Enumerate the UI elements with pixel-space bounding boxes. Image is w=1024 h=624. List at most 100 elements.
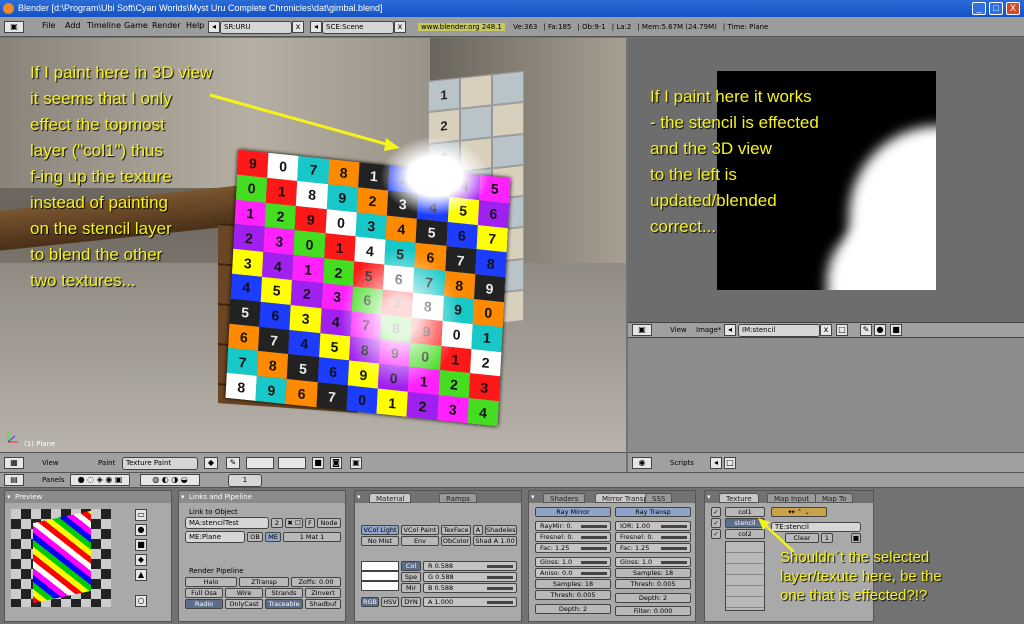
ob-button[interactable]: OB [247,532,263,542]
menu-paint[interactable]: Paint [98,459,115,467]
vcol-light-button[interactable]: VCol Light [361,525,399,535]
menu-panels[interactable]: Panels [42,476,65,484]
brush-icon[interactable]: ✎ [226,457,240,469]
vcol-paint-button[interactable]: VCol Paint [401,525,439,535]
ztransp-button[interactable]: ZTransp [239,577,289,587]
zoffs-field[interactable]: Zoffs: 0.00 [291,577,341,587]
tab-material[interactable]: Material [369,493,412,503]
image-name-field[interactable]: IM:stencil [738,324,820,337]
context-icons[interactable]: ● ◌ ◈ ◉ ▣ [70,474,130,486]
preview-flat-icon[interactable]: ▭ [135,509,147,521]
preview-type-buttons[interactable]: ▭ ● ■ ◆ ▲ [135,509,147,585]
mesh-name-field[interactable]: ME:Plane [185,531,245,543]
draw-type-icon[interactable]: ◆ [204,457,218,469]
col-button[interactable]: Col [401,561,421,571]
maximize-button[interactable]: □ [989,2,1003,15]
close-button[interactable]: X [1006,2,1020,15]
paint-mode-icon[interactable]: ✎ [860,324,872,336]
texface-alpha-button[interactable]: A [473,525,483,535]
strands-button[interactable]: Strands [265,588,303,598]
obcolor-button[interactable]: ObColor [441,536,471,546]
mirror-swatch[interactable] [361,581,399,591]
3d-viewport[interactable]: 12345678 9078123450189234561290345672301… [0,38,626,452]
filter-field[interactable]: Filter: 0.000 [615,606,691,616]
layer-check-col2[interactable]: ✓ [711,529,721,539]
full-osa-button[interactable]: Full Osa [185,588,223,598]
aniso-slider[interactable]: Aniso: 0.0 [535,568,611,578]
halo-button[interactable]: Halo [185,577,237,587]
fac-transp-slider[interactable]: Fac: 1.25 [615,543,691,553]
wire-button[interactable]: Wire [225,588,263,598]
back-icon[interactable]: ◂ [710,457,722,469]
scene-browse-icon[interactable]: ◂ [310,21,322,33]
samples-mirror-field[interactable]: Samples: 18 [535,579,611,589]
thresh-mirror-field[interactable]: Thresh: 0.005 [535,590,611,600]
menu-game[interactable]: Game [124,21,148,30]
env-button[interactable]: Env [401,536,439,546]
red-slider[interactable]: R 0.588 [423,561,517,571]
layer-check-stencil[interactable]: ✓ [711,518,721,528]
material-icons[interactable]: ✖ ☐ [285,518,303,528]
editor-type-icon[interactable]: ▣ [632,324,652,336]
gloss-mirror-slider[interactable]: Gloss: 1.0 [535,557,611,567]
preview-sphere-icon[interactable]: ● [135,524,147,536]
texture-lock-icon[interactable]: ■ [851,533,861,543]
image-lock-icon[interactable]: ■ [890,324,902,336]
lock-icon[interactable]: ■ [312,457,324,469]
zoom-icon[interactable]: ● [874,324,886,336]
fresnel-mirror-slider[interactable]: Fresnel: 0. [535,532,611,542]
mode-select[interactable]: Texture Paint [122,457,198,470]
tab-map-to[interactable]: Map To [815,493,854,503]
shadbuf-button[interactable]: Shadbuf [305,599,341,609]
node-button[interactable]: Node [317,518,341,528]
texture-users[interactable]: 1 [821,533,833,543]
image-unlink-icon[interactable]: x [820,324,832,336]
alpha-slider[interactable]: A 1.000 [423,597,517,607]
gloss-transp-slider[interactable]: Gloss: 1.0 [615,557,691,567]
spe-button[interactable]: Spe [401,572,421,582]
depth-transp-field[interactable]: Depth: 2 [615,593,691,603]
subcontext-icons[interactable]: ◍ ◐ ◑ ◒ [140,474,200,486]
screen-delete-icon[interactable]: x [292,21,304,33]
rgb-button[interactable]: RGB [361,597,379,607]
hsv-button[interactable]: HSV [381,597,399,607]
traceable-button[interactable]: Traceable [265,599,303,609]
snapshot-icon[interactable]: ▣ [350,457,362,469]
editor-type-icon[interactable]: ▤ [4,474,24,486]
editor-type-icon[interactable]: ▦ [4,457,24,469]
preview-hair-icon[interactable]: ▲ [135,569,147,581]
material-name-field[interactable]: MA:stencilTest [185,517,269,529]
scene-name-field[interactable]: SCE:Scene [322,21,394,34]
zinvert-button[interactable]: ZInvert [305,588,341,598]
scripts-window[interactable] [628,338,1024,452]
tab-texture[interactable]: Texture [719,493,759,503]
texface-button[interactable]: TexFace [441,525,471,535]
layer-check-col1[interactable]: ✓ [711,507,721,517]
menu-render[interactable]: Render [152,21,180,30]
samples-transp-field[interactable]: Samples: 18 [615,568,691,578]
menu-help[interactable]: Help [186,21,204,30]
menu-scripts[interactable]: Scripts [670,459,694,467]
frame-field[interactable]: 1 [228,474,262,487]
material-users[interactable]: 2 [271,518,283,528]
window-icon[interactable]: □ [724,457,736,469]
me-button[interactable]: ME [265,532,281,542]
fake-user-button[interactable]: F [305,518,315,528]
image-browse-icon[interactable]: ◂ [724,324,736,336]
dyn-button[interactable]: DYN [401,597,421,607]
preview-world-icon[interactable]: ○ [135,595,147,607]
scene-delete-icon[interactable]: x [394,21,406,33]
tab-sss[interactable]: SSS [645,493,673,503]
editor-type-icon[interactable]: ◉ [632,457,652,469]
fresnel-transp-slider[interactable]: Fresnel: 0. [615,532,691,542]
tab-map-input[interactable]: Map Input [767,493,817,503]
ior-slider[interactable]: IOR: 1.00 [615,521,691,531]
shadeless-button[interactable]: Shadeless [485,525,517,535]
image-editor[interactable]: If I paint here it works - the stencil is… [628,38,1024,322]
menu-view[interactable]: View [42,459,59,467]
green-slider[interactable]: G 0.588 [423,572,517,582]
depth-mirror-field[interactable]: Depth: 2 [535,604,611,614]
no-mist-button[interactable]: No Mist [361,536,399,546]
minimize-button[interactable]: _ [972,2,986,15]
thresh-transp-field[interactable]: Thresh: 0.005 [615,579,691,589]
